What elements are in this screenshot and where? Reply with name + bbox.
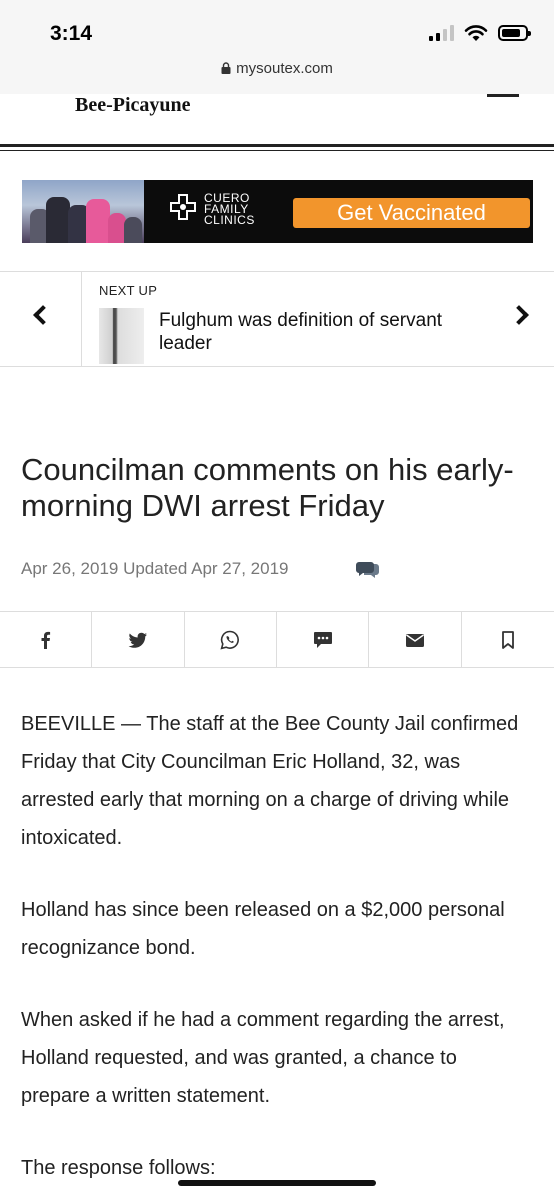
header-rule: [0, 144, 554, 147]
lock-icon: [221, 62, 231, 74]
previous-article-button[interactable]: [0, 272, 82, 366]
article-paragraph: When asked if he had a comment regarding…: [21, 1009, 505, 1107]
article-dateline: Apr 26, 2019 Updated Apr 27, 2019: [21, 559, 289, 578]
bookmark-icon: [501, 630, 514, 649]
site-header: Bee-Picayune: [0, 94, 554, 146]
sms-icon: [313, 631, 332, 648]
share-whatsapp-button[interactable]: [185, 612, 277, 667]
status-time: 3:14: [50, 22, 93, 45]
url-text: mysoutex.com: [236, 60, 333, 77]
facebook-icon: [41, 631, 50, 649]
ad-cta-button[interactable]: Get Vaccinated: [293, 198, 530, 228]
clinic-logo-text: CUERO FAMILY CLINICS: [204, 191, 255, 227]
whatsapp-icon: [220, 630, 240, 650]
share-email-button[interactable]: [369, 612, 462, 667]
menu-icon[interactable]: [487, 94, 519, 97]
site-logo[interactable]: Bee-Picayune: [75, 94, 191, 117]
clinic-logo-icon: [170, 194, 196, 220]
chevron-left-icon: [33, 305, 53, 325]
article-body: BEEVILLE — The staff at the Bee County J…: [21, 705, 531, 1200]
home-indicator[interactable]: [178, 1180, 376, 1186]
article-paragraph: Holland has since been released on a $2,…: [21, 899, 505, 959]
battery-icon: [498, 25, 531, 41]
address-bar[interactable]: mysoutex.com: [0, 60, 554, 77]
next-up-thumbnail[interactable]: [99, 308, 144, 364]
next-up-label: NEXT UP: [99, 283, 158, 298]
share-sms-button[interactable]: [277, 612, 370, 667]
bookmark-button[interactable]: [462, 612, 554, 667]
signal-icon: [429, 25, 454, 41]
share-facebook-button[interactable]: [0, 612, 93, 667]
comments-icon[interactable]: [356, 561, 380, 579]
status-icons: [429, 24, 531, 42]
header-rule-thin: [0, 150, 554, 151]
wifi-icon: [464, 25, 488, 41]
next-up-title[interactable]: Fulghum was definition of servant leader: [159, 309, 499, 355]
ad-photo: [22, 180, 144, 243]
next-up-bar: NEXT UP Fulghum was definition of servan…: [0, 271, 554, 367]
email-icon: [405, 633, 424, 647]
article-paragraph: BEEVILLE — The staff at the Bee County J…: [21, 713, 519, 849]
ad-banner[interactable]: CUERO FAMILY CLINICS Get Vaccinated: [22, 180, 533, 243]
share-bar: [0, 611, 554, 668]
twitter-icon: [128, 632, 147, 648]
article-headline: Councilman comments on his early-morning…: [21, 452, 514, 523]
browser-chrome: 3:14 mysoutex.com: [0, 0, 554, 94]
share-twitter-button[interactable]: [92, 612, 185, 667]
chevron-right-icon[interactable]: [509, 305, 529, 325]
